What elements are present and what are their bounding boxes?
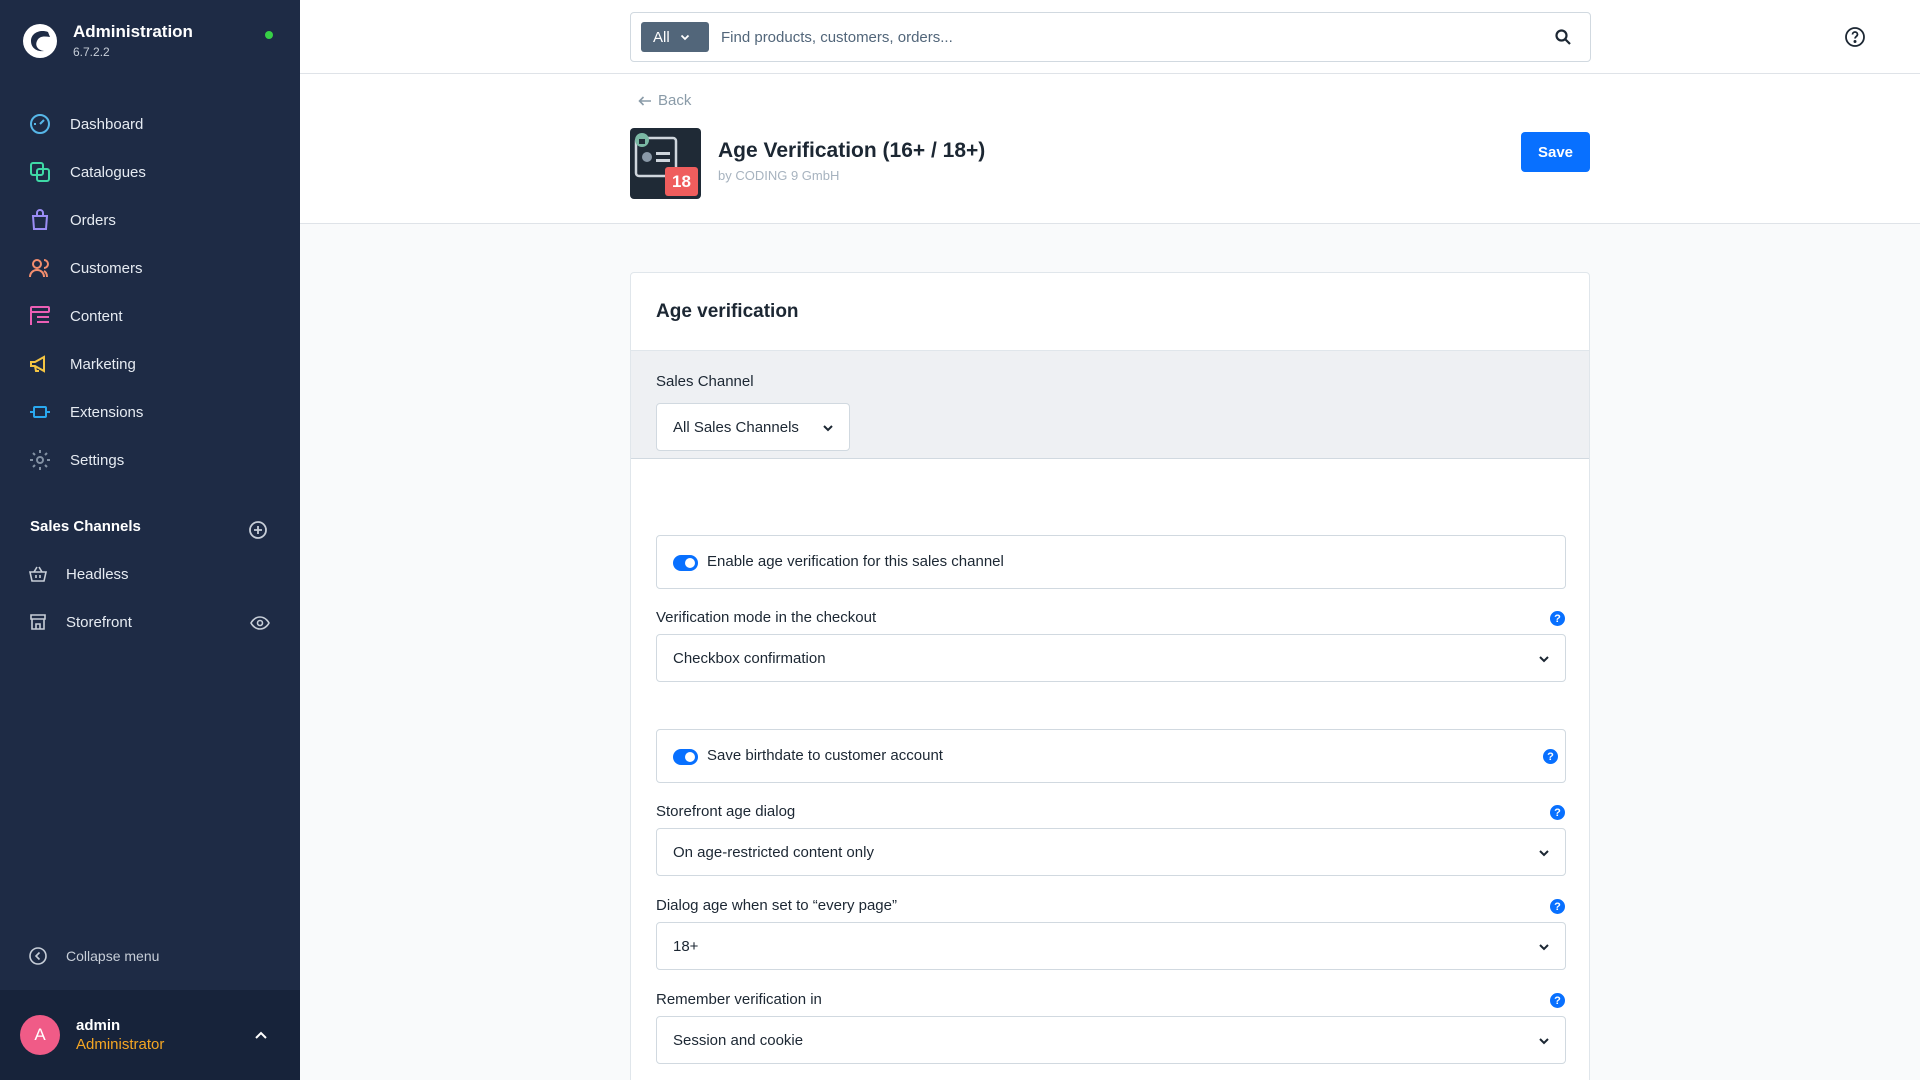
age-badge: 18 <box>665 167 698 196</box>
status-indicator <box>265 31 273 39</box>
nav-label: Dashboard <box>70 115 144 133</box>
page-header: Back 18 Age Verification (16+ / 18+) by … <box>300 74 1920 224</box>
arrow-left-icon <box>638 95 651 106</box>
storefront-dialog-select[interactable]: On age-restricted content only <box>656 828 1566 876</box>
nav-item-dashboard[interactable]: Dashboard <box>0 100 300 148</box>
verification-mode-label: Verification mode in the checkout <box>656 609 877 626</box>
collapse-menu[interactable]: Collapse menu <box>28 946 159 966</box>
sales-channel-switch-area: Sales Channel All Sales Channels <box>631 351 1589 459</box>
nav-label: Content <box>70 307 123 325</box>
avatar: A <box>20 1015 60 1055</box>
dialog-age-value: 18+ <box>673 937 699 955</box>
verification-mode-value: Checkbox confirmation <box>673 649 826 667</box>
help-icon[interactable]: ? <box>1550 993 1565 1008</box>
sales-channel-label: Headless <box>66 565 129 583</box>
help-icon[interactable] <box>1844 26 1866 48</box>
save-birthdate-label: Save birthdate to customer account <box>707 747 943 764</box>
chevron-left-circle-icon <box>29 947 47 965</box>
user-menu[interactable]: A admin Administrator <box>0 990 300 1080</box>
top-bar: All <box>300 0 1920 74</box>
help-icon[interactable]: ? <box>1543 749 1558 764</box>
content-icon <box>30 306 50 325</box>
nav-label: Orders <box>70 211 116 229</box>
chevron-up-icon[interactable] <box>252 1027 270 1045</box>
enable-age-verification-toggle[interactable] <box>673 555 698 571</box>
collapse-menu-label: Collapse menu <box>66 948 160 964</box>
shopware-logo-icon <box>23 23 57 58</box>
back-label: Back <box>658 92 692 109</box>
sales-channel-select[interactable]: All Sales Channels <box>656 403 850 451</box>
sidebar: Administration 6.7.2.2 Dashboard Catalog… <box>0 0 300 1080</box>
remember-verification-label: Remember verification in <box>656 991 822 1008</box>
chevron-down-icon <box>680 34 689 41</box>
add-sales-channel-icon[interactable] <box>248 520 268 540</box>
storefront-icon <box>30 614 46 630</box>
sales-channel-label: Sales Channel <box>656 373 754 390</box>
customers-icon <box>29 259 49 278</box>
eye-icon[interactable] <box>250 613 270 633</box>
brand[interactable]: Administration 6.7.2.2 <box>22 22 193 59</box>
chevron-down-icon <box>1539 656 1549 663</box>
help-icon[interactable]: ? <box>1550 611 1565 626</box>
sales-channel-storefront[interactable]: Storefront <box>0 600 300 644</box>
sales-channel-value: All Sales Channels <box>673 418 799 436</box>
app-version: 6.7.2.2 <box>73 45 110 59</box>
search-input[interactable] <box>721 21 1521 53</box>
marketing-icon <box>30 355 45 373</box>
enable-age-verification-label: Enable age verification for this sales c… <box>707 553 1004 570</box>
sales-channels-title: Sales Channels <box>30 518 141 535</box>
app-title: Administration <box>73 22 193 41</box>
age-verification-card: Age verification Sales Channel All Sales… <box>630 272 1590 1080</box>
chevron-down-icon <box>1539 1038 1549 1045</box>
extension-icon: 18 <box>630 128 701 199</box>
help-icon[interactable]: ? <box>1550 805 1565 820</box>
verification-mode-select[interactable]: Checkbox confirmation <box>656 634 1566 682</box>
save-button[interactable]: Save <box>1521 132 1590 172</box>
nav-item-settings[interactable]: Settings <box>0 436 300 484</box>
search-type-dropdown[interactable]: All <box>641 22 709 52</box>
search-type-label: All <box>653 28 670 46</box>
catalogue-icon <box>30 162 50 182</box>
dialog-age-select[interactable]: 18+ <box>656 922 1566 970</box>
nav-item-marketing[interactable]: Marketing <box>0 340 300 388</box>
save-birthdate-toggle[interactable] <box>673 749 698 765</box>
dialog-age-label: Dialog age when set to “every page” <box>656 897 897 914</box>
sales-channel-label: Storefront <box>66 613 132 631</box>
enable-age-verification-field: Enable age verification for this sales c… <box>656 535 1566 589</box>
storefront-dialog-value: On age-restricted content only <box>673 843 874 861</box>
extensions-icon <box>30 406 50 418</box>
page-title: Age Verification (16+ / 18+) <box>718 139 986 162</box>
user-name: admin <box>76 1017 121 1034</box>
nav-item-catalogues[interactable]: Catalogues <box>0 148 300 196</box>
main-nav: Dashboard Catalogues Orders Customers Co… <box>0 100 300 484</box>
global-search: All <box>630 12 1591 62</box>
nav-label: Customers <box>70 259 143 277</box>
back-link[interactable]: Back <box>638 92 691 109</box>
user-role: Administrator <box>76 1036 165 1053</box>
chevron-down-icon <box>823 425 833 432</box>
nav-item-extensions[interactable]: Extensions <box>0 388 300 436</box>
nav-label: Settings <box>70 451 125 469</box>
help-icon[interactable]: ? <box>1550 899 1565 914</box>
nav-item-customers[interactable]: Customers <box>0 244 300 292</box>
chevron-down-icon <box>1539 850 1549 857</box>
nav-label: Marketing <box>70 355 136 373</box>
remember-verification-value: Session and cookie <box>673 1031 804 1049</box>
search-icon[interactable] <box>1554 28 1572 46</box>
page-subtitle: by CODING 9 GmbH <box>718 168 840 183</box>
save-birthdate-field: Save birthdate to customer account ? <box>656 729 1566 783</box>
nav-item-orders[interactable]: Orders <box>0 196 300 244</box>
remember-verification-select[interactable]: Session and cookie <box>656 1016 1566 1064</box>
nav-label: Catalogues <box>70 163 146 181</box>
sales-channel-headless[interactable]: Headless <box>0 552 300 596</box>
basket-icon <box>29 566 47 582</box>
chevron-down-icon <box>1539 944 1549 951</box>
orders-icon <box>31 209 49 230</box>
card-title: Age verification <box>656 301 799 322</box>
nav-item-content[interactable]: Content <box>0 292 300 340</box>
nav-label: Extensions <box>70 403 144 421</box>
dashboard-icon <box>30 114 50 134</box>
settings-icon <box>30 450 50 470</box>
storefront-dialog-label: Storefront age dialog <box>656 803 796 820</box>
